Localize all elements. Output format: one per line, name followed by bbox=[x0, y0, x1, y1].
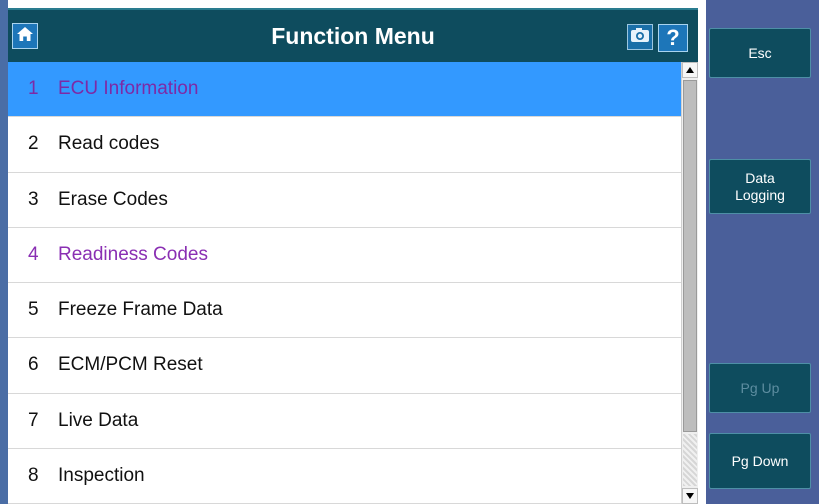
arrow-down-icon bbox=[686, 493, 694, 499]
menu-item-number: 2 bbox=[28, 133, 39, 155]
function-menu-list: 1 ECU Information 2 Read codes 3 Erase Codes 4… bbox=[8, 62, 681, 504]
menu-item[interactable]: 1 ECU Information bbox=[8, 62, 681, 118]
arrow-up-icon bbox=[686, 67, 694, 73]
menu-item-number: 4 bbox=[28, 243, 39, 265]
menu-item[interactable]: 4 Readiness Codes bbox=[8, 228, 681, 283]
menu-item[interactable]: 6 ECM/PCM Reset bbox=[8, 338, 681, 394]
scroll-track[interactable] bbox=[683, 434, 697, 486]
title-bar: Function Menu ? bbox=[8, 8, 698, 62]
camera-icon bbox=[630, 27, 650, 48]
menu-item-label: ECU Information bbox=[58, 78, 199, 100]
menu-item-number: 5 bbox=[28, 299, 39, 321]
scroll-up-arrow[interactable] bbox=[682, 62, 698, 78]
menu-item-label: Erase Codes bbox=[58, 188, 168, 210]
camera-button[interactable] bbox=[627, 24, 653, 50]
page-up-button[interactable]: Pg Up bbox=[709, 363, 811, 413]
menu-item-label: Freeze Frame Data bbox=[58, 299, 223, 321]
menu-item-label: Live Data bbox=[58, 409, 139, 431]
scroll-thumb[interactable] bbox=[683, 80, 697, 432]
page-title: Function Menu bbox=[271, 23, 435, 49]
page-down-button[interactable]: Pg Down bbox=[709, 433, 811, 489]
help-button[interactable]: ? bbox=[658, 24, 688, 52]
menu-item-label: Inspection bbox=[58, 464, 145, 486]
scroll-down-arrow[interactable] bbox=[682, 488, 698, 504]
menu-item[interactable]: 2 Read codes bbox=[8, 117, 681, 173]
esc-button[interactable]: Esc bbox=[709, 28, 811, 78]
menu-item[interactable]: 8 Inspection bbox=[8, 449, 681, 504]
menu-item-number: 8 bbox=[28, 464, 39, 486]
menu-item[interactable]: 7 Live Data bbox=[8, 394, 681, 449]
menu-item-label: Readiness Codes bbox=[58, 243, 208, 265]
data-logging-button[interactable]: Data Logging bbox=[709, 159, 811, 214]
menu-item-number: 6 bbox=[28, 354, 39, 376]
menu-item[interactable]: 5 Freeze Frame Data bbox=[8, 283, 681, 339]
menu-item-number: 3 bbox=[28, 188, 39, 210]
menu-item-number: 1 bbox=[28, 78, 39, 100]
menu-item-label: Read codes bbox=[58, 133, 160, 155]
menu-item[interactable]: 3 Erase Codes bbox=[8, 173, 681, 228]
menu-item-number: 7 bbox=[28, 409, 39, 431]
vertical-scrollbar[interactable] bbox=[681, 62, 698, 504]
menu-item-label: ECM/PCM Reset bbox=[58, 354, 203, 376]
